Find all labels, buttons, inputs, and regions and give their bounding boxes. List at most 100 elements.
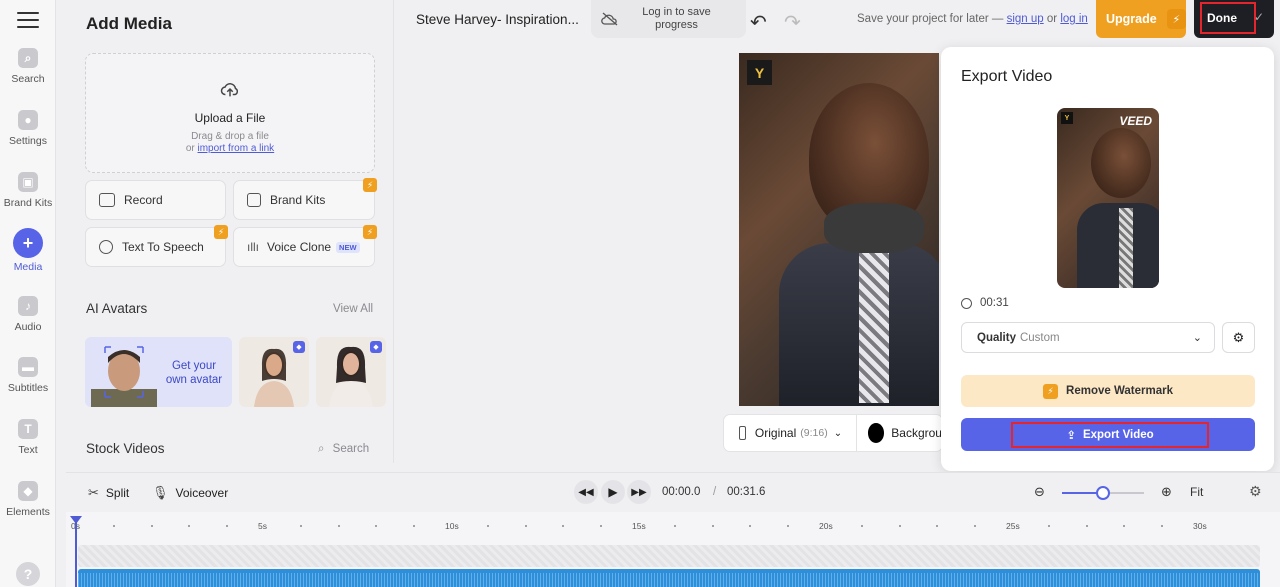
get-your-avatar-card[interactable]: Get your own avatar [85, 337, 232, 407]
total-time: 00:31.6 [727, 486, 766, 498]
quality-settings-button[interactable]: ⚙ [1222, 322, 1255, 353]
rail-item-subtitles[interactable]: ▬ Subtitles [0, 357, 56, 394]
import-link[interactable]: import from a link [198, 143, 275, 154]
log-in-link[interactable]: log in [1060, 13, 1088, 25]
duration-value: 00:31 [980, 297, 1009, 309]
stock-search-label: Search [332, 443, 370, 455]
timeline-tick-dot [711, 525, 714, 527]
playhead[interactable] [70, 516, 82, 587]
remove-watermark-button[interactable]: ⚡ Remove Watermark [961, 375, 1255, 407]
premium-bolt-icon: ⚡ [363, 225, 377, 239]
view-all-link[interactable]: View All [333, 303, 373, 315]
zoom-slider-handle[interactable] [1096, 486, 1110, 500]
timeline-tick-dot [898, 525, 901, 527]
check-icon: ✓ [1254, 10, 1265, 24]
fit-button[interactable]: Fit [1190, 485, 1203, 499]
empty-track[interactable] [78, 545, 1260, 567]
avatar-option-1[interactable]: ◆ [239, 337, 309, 407]
thumb-figure-tie [1119, 208, 1133, 288]
upload-dropzone[interactable]: Upload a File Drag & drop a file or impo… [85, 53, 375, 173]
voice-clone-label: Voice Clone [267, 240, 332, 254]
zoom-out-icon[interactable]: ⊖ [1034, 484, 1045, 500]
aspect-ratio-label[interactable]: Original [755, 426, 796, 440]
play-icon[interactable]: ▶ [601, 480, 625, 504]
login-to-save-pill[interactable]: Log in to save progress [591, 0, 746, 38]
speech-icon [99, 240, 113, 254]
voiceover-button[interactable]: 🎙 Voiceover [152, 485, 228, 501]
redo-icon[interactable]: ↷ [784, 10, 801, 35]
quality-label: Quality [977, 331, 1016, 344]
done-button[interactable]: Done [1200, 2, 1256, 34]
rail-item-audio[interactable]: ♪ Audio [0, 296, 56, 333]
tts-label: Text To Speech [122, 240, 204, 254]
save-later-text: Save your project for later — sign up or… [857, 13, 1088, 25]
timeline-toolbar: ✂ Split 🎙 Voiceover ◀◀ ▶ ▶▶ 00:00.0 / 00… [66, 472, 1280, 512]
quality-select[interactable]: Quality Custom ⌄ [961, 322, 1215, 353]
gear-icon[interactable]: ⚙ [1249, 483, 1262, 500]
divider [856, 414, 857, 452]
music-icon: ♪ [18, 296, 38, 316]
panel-title: Add Media [86, 14, 172, 33]
phone-icon [739, 426, 746, 440]
save-later-label: Save your project for later — [857, 13, 1004, 25]
brand-kits-button[interactable]: Brand Kits [233, 180, 375, 220]
get-your-line1: Get your [171, 360, 217, 372]
video-audio-track[interactable] [78, 569, 1260, 587]
remove-watermark-label: Remove Watermark [1066, 385, 1173, 397]
upload-hint: Drag & drop a file or import from a link [86, 131, 374, 155]
channel-logo-icon: Y [1061, 112, 1073, 124]
background-label[interactable]: Backgrou [891, 426, 942, 440]
zoom-in-icon[interactable]: ⊕ [1161, 484, 1172, 500]
rail-item-label: Media [13, 261, 43, 273]
video-figure-tie [859, 253, 889, 403]
timeline[interactable]: 0s5s10s15s20s25s30s [66, 512, 1280, 587]
timeline-tick-dot [188, 525, 191, 527]
chevron-down-icon[interactable]: ⌄ [834, 428, 842, 439]
rail-item-brand-kits[interactable]: ▣ Brand Kits [0, 172, 56, 209]
rewind-icon[interactable]: ◀◀ [574, 480, 598, 504]
record-button[interactable]: Record [85, 180, 226, 220]
timeline-tick-dot [936, 525, 939, 527]
rail-item-elements[interactable]: ◆ Elements [0, 481, 56, 518]
stock-search[interactable]: ⌕ Search [318, 443, 369, 456]
timeline-tick-dot [225, 525, 228, 527]
help-icon[interactable]: ? [16, 562, 40, 586]
done-container: Done ✓ [1194, 0, 1274, 38]
split-button[interactable]: ✂ Split [88, 485, 129, 501]
zoom-slider[interactable] [1062, 486, 1144, 500]
timeline-tick-label: 10s [445, 521, 459, 531]
rail-item-media[interactable]: + Media [0, 228, 56, 273]
project-title[interactable]: Steve Harvey- Inspiration... [416, 12, 579, 27]
new-badge: NEW [336, 241, 360, 253]
avatar-option-2[interactable]: ◆ [316, 337, 386, 407]
get-your-avatar-text: Get your own avatar [161, 359, 227, 387]
fast-forward-icon[interactable]: ▶▶ [627, 480, 651, 504]
undo-icon[interactable]: ↶ [750, 10, 767, 35]
upgrade-label: Upgrade [1106, 12, 1157, 26]
canvas-toolbar: Original (9:16) ⌄ Backgrou [723, 414, 943, 452]
rail-item-settings[interactable]: ● Settings [0, 110, 56, 147]
video-preview[interactable]: Y [739, 53, 939, 406]
timeline-tick-dot [1048, 525, 1051, 527]
split-label: Split [105, 486, 130, 500]
upgrade-button[interactable]: Upgrade ⚡ [1096, 0, 1186, 38]
upload-or: or [185, 143, 195, 154]
sign-up-link[interactable]: sign up [1007, 13, 1044, 25]
voice-clone-button[interactable]: ıllı Voice Clone NEW [233, 227, 375, 267]
rail-item-label: Audio [14, 321, 42, 333]
search-icon: ⌕ [318, 443, 325, 455]
rail-item-text[interactable]: T Text [0, 419, 56, 456]
timeline-tick-dot [300, 525, 303, 527]
timeline-tick-dot [487, 525, 490, 527]
menu-icon[interactable] [17, 10, 39, 30]
channel-logo-icon: Y [747, 60, 772, 85]
stock-videos-title: Stock Videos [86, 441, 165, 456]
time-separator: / [713, 486, 717, 498]
record-icon [99, 193, 115, 207]
timeline-ruler[interactable]: 0s5s10s15s20s25s30s [66, 512, 1280, 542]
export-video-button[interactable]: ⇪ Export Video [961, 418, 1255, 451]
rail-item-label: Search [11, 73, 45, 85]
text-to-speech-button[interactable]: Text To Speech [85, 227, 226, 267]
rail-item-search[interactable]: ⌕ Search [0, 48, 56, 85]
background-color-swatch[interactable] [867, 423, 885, 443]
